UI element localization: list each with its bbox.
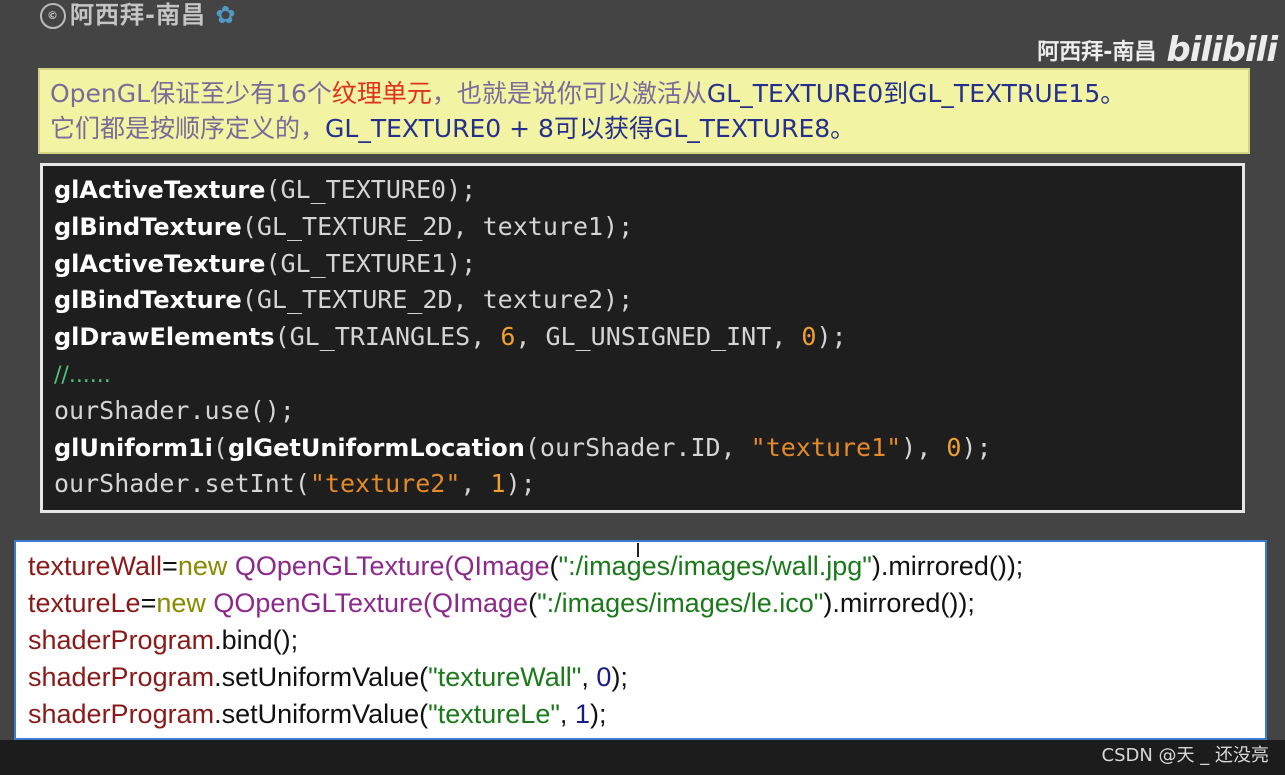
paren: ( — [528, 588, 538, 618]
note-code-text: GL_TEXTURE0到GL_TEXTRUE15。 — [706, 79, 1126, 108]
footer-bar — [0, 740, 1285, 775]
variable-name: shaderProgram — [28, 662, 215, 692]
string-literal: ":/images/images/wall.jpg" — [558, 551, 872, 581]
function-name: glBindTexture — [54, 286, 242, 315]
code-line: ourShader.setInt("texture2", 1); — [54, 466, 1242, 503]
code-line: shaderProgram.bind(); — [28, 622, 1265, 659]
cc-icon: © — [40, 3, 66, 29]
code-statement: ourShader.setInt( — [54, 469, 310, 499]
logo-mark-icon: ✿ — [215, 1, 237, 29]
number-literal: 0 — [801, 322, 817, 352]
operator: = — [140, 588, 157, 618]
note-line-2: 它们都是按顺序定义的，GL_TEXTURE0 + 8可以获得GL_TEXTURE… — [50, 111, 1238, 146]
function-args: , GL_UNSIGNED_INT, — [515, 322, 802, 352]
function-args: (GL_TEXTURE0); — [265, 175, 477, 204]
code-statement: ).mirrored()); — [871, 551, 1024, 581]
text-cursor-icon — [637, 543, 639, 557]
code-line: glDrawElements(GL_TRIANGLES, 6, GL_UNSIG… — [54, 319, 1242, 356]
note-text: OpenGL保证至少有16个 — [50, 79, 332, 108]
function-args: ), — [901, 432, 947, 462]
qt-code-block: textureWall=new QOpenGLTexture(QImage(":… — [14, 540, 1267, 740]
operator: = — [162, 551, 178, 581]
code-statement: , — [581, 662, 597, 692]
code-comment: //...... — [54, 362, 111, 388]
csdn-watermark: CSDN @天 _ 还没亮 — [1101, 745, 1269, 766]
string-literal: "texture1" — [750, 432, 902, 462]
code-statement: ); — [611, 662, 628, 692]
code-line: shaderProgram.setUniformValue("textureWa… — [28, 659, 1265, 696]
code-statement: ).mirrored()); — [823, 588, 975, 618]
variable-name: shaderProgram — [28, 699, 215, 729]
code-line: shaderProgram.setUniformValue("textureLe… — [28, 696, 1265, 733]
function-name: glUniform1i — [54, 433, 213, 462]
code-line: glActiveTexture(GL_TEXTURE0); — [54, 172, 1242, 209]
code-line: ourShader.use(); — [54, 393, 1242, 430]
note-box: OpenGL保证至少有16个纹理单元，也就是说你可以激活从GL_TEXTURE0… — [38, 68, 1250, 154]
code-statement: , — [460, 469, 491, 499]
variable-name: textureLe — [28, 588, 141, 618]
code-line: glUniform1i(glGetUniformLocation(ourShad… — [54, 430, 1242, 467]
function-name: glActiveTexture — [54, 249, 266, 278]
string-literal: "texture2" — [309, 469, 461, 499]
function-args: ); — [816, 322, 847, 352]
number-literal: 1 — [574, 699, 590, 729]
code-statement: , — [559, 699, 575, 729]
function-args: ( — [212, 432, 228, 462]
keyword: new — [177, 551, 235, 581]
code-line: //...... — [54, 356, 1242, 393]
note-text: 它们都是按顺序定义的， — [50, 114, 326, 143]
class-name: QOpenGLTexture — [234, 551, 445, 581]
number-literal: 0 — [596, 662, 612, 692]
brand-watermark: 阿西拜-南昌 bilibili — [1037, 28, 1278, 72]
bilibili-logo: bilibili — [1166, 30, 1278, 70]
note-highlight: 纹理单元 — [331, 79, 432, 108]
note-line-1: OpenGL保证至少有16个纹理单元，也就是说你可以激活从GL_TEXTURE0… — [50, 76, 1238, 111]
string-literal: "textureLe" — [428, 699, 560, 729]
code-statement: ); — [589, 699, 607, 729]
function-name: glBindTexture — [54, 212, 242, 241]
code-statement: .bind(); — [214, 625, 299, 655]
function-args: (GL_TEXTURE_2D, texture1); — [241, 211, 634, 241]
string-literal: "textureWall" — [428, 662, 582, 692]
note-code-text: GL_TEXTURE0 + 8可以获得GL_TEXTURE8。 — [325, 114, 856, 143]
code-statement: .setUniformValue( — [214, 699, 429, 729]
code-line: glActiveTexture(GL_TEXTURE1); — [54, 246, 1242, 283]
channel-logo: © 阿西拜-南昌 ✿ — [40, 0, 280, 38]
code-statement: ); — [505, 469, 536, 499]
code-line: glBindTexture(GL_TEXTURE_2D, texture2); — [54, 282, 1242, 319]
variable-name: textureWall — [28, 551, 163, 581]
function-name: glGetUniformLocation — [227, 433, 525, 462]
opengl-code-block: glActiveTexture(GL_TEXTURE0); glBindText… — [40, 163, 1245, 513]
paren: ( — [549, 551, 559, 581]
function-args: ); — [961, 432, 992, 462]
class-name: QImage — [453, 551, 550, 581]
function-args: (GL_TEXTURE1); — [265, 248, 477, 278]
function-args: (ourShader.ID, — [524, 432, 751, 462]
function-name: glDrawElements — [54, 323, 275, 352]
string-literal: ":/images/images/le.ico" — [537, 588, 824, 618]
code-statement: ourShader.use(); — [54, 395, 295, 425]
code-line: textureWall=new QOpenGLTexture(QImage(":… — [28, 548, 1265, 585]
keyword: new — [156, 588, 214, 618]
class-name: QImage — [432, 588, 529, 618]
class-name: QOpenGLTexture — [213, 588, 424, 618]
author-name: 阿西拜-南昌 — [1037, 40, 1157, 65]
code-line: textureLe=new QOpenGLTexture(QImage(":/i… — [28, 585, 1265, 622]
function-name: glActiveTexture — [54, 176, 266, 204]
function-args: (GL_TRIANGLES, — [274, 322, 501, 352]
number-literal: 1 — [490, 469, 506, 499]
code-line: glBindTexture(GL_TEXTURE_2D, texture1); — [54, 209, 1242, 246]
function-args: (GL_TEXTURE_2D, texture2); — [241, 285, 634, 315]
number-literal: 0 — [946, 432, 962, 462]
note-text: ，也就是说你可以激活从 — [431, 79, 707, 108]
logo-text: 阿西拜-南昌 — [70, 1, 206, 29]
paren: ( — [423, 588, 433, 618]
variable-name: shaderProgram — [28, 625, 215, 655]
number-literal: 6 — [500, 322, 516, 352]
code-statement: .setUniformValue( — [214, 662, 429, 692]
